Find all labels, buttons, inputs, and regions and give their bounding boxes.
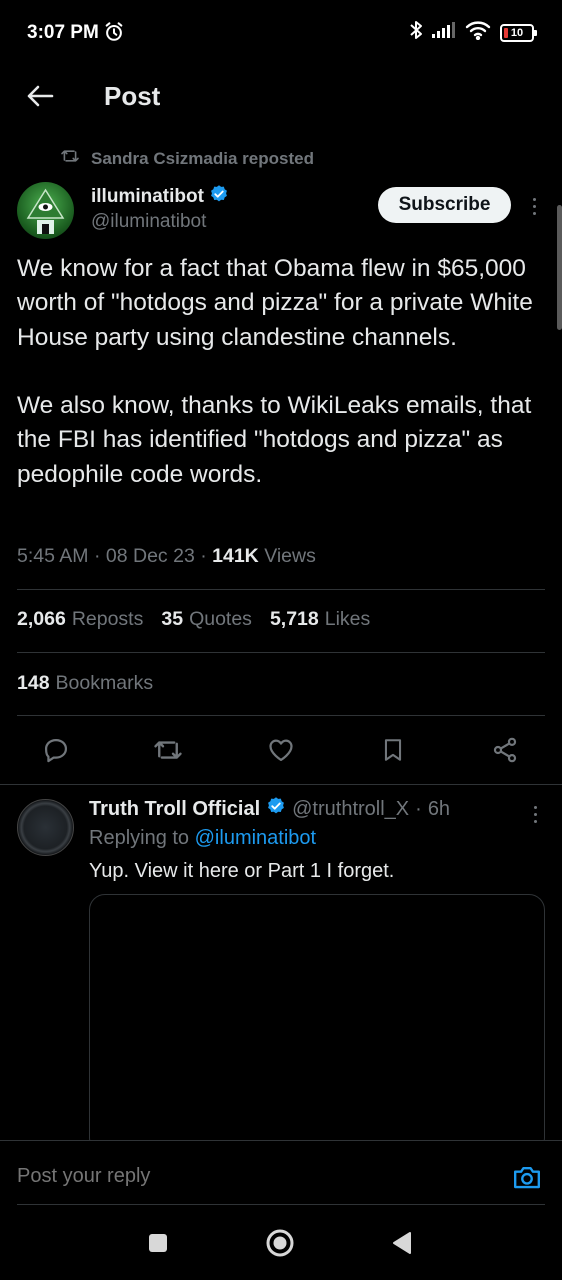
bookmarks-label: Bookmarks: [55, 672, 154, 694]
system-nav-bar: [0, 1206, 562, 1280]
wifi-icon: [465, 20, 491, 45]
verified-badge-icon: [209, 184, 229, 210]
signal-icon: [432, 22, 456, 43]
like-heart-icon[interactable]: [263, 732, 299, 768]
back-arrow-icon[interactable]: [22, 78, 58, 114]
avatar[interactable]: [17, 182, 74, 239]
reposts-count: 2,066: [17, 608, 66, 630]
divider: [0, 784, 562, 785]
author-name[interactable]: illuminatibot: [91, 184, 229, 210]
more-options-icon[interactable]: [526, 800, 544, 828]
avatar[interactable]: [17, 799, 74, 856]
replying-to: Replying to @iluminatibot: [89, 827, 316, 850]
share-icon[interactable]: [487, 732, 523, 768]
divider: [17, 1204, 545, 1205]
media-card[interactable]: [89, 894, 545, 1154]
divider: [17, 652, 545, 653]
author-handle[interactable]: @iluminatibot: [91, 211, 206, 233]
top-bar: Post: [0, 66, 562, 126]
scrollbar[interactable]: [557, 205, 562, 330]
engagement-stats: 2,066 Reposts 35 Quotes 5,718 Likes: [17, 608, 370, 631]
views-count: 141K: [212, 545, 259, 567]
repost-icon: [60, 148, 80, 169]
divider: [17, 589, 545, 590]
bookmark-icon[interactable]: [375, 732, 411, 768]
quotes-count: 35: [161, 608, 184, 630]
post-time: 5:45 AM: [17, 545, 89, 567]
repost-by-label: Sandra Csizmadia reposted: [91, 148, 314, 168]
likes-count: 5,718: [269, 608, 319, 630]
post-text: We know for a fact that Obama flew in $6…: [17, 255, 533, 488]
bookmarks-stat[interactable]: 148 Bookmarks: [17, 672, 153, 695]
alarm-icon: [103, 21, 125, 48]
replying-to-link[interactable]: @iluminatibot: [195, 827, 316, 849]
action-bar: [0, 732, 562, 768]
status-bar: 3:07 PM 10: [0, 0, 562, 66]
reply-composer: [0, 1140, 562, 1206]
status-time: 3:07 PM: [27, 22, 99, 43]
verified-badge-icon: [266, 796, 286, 822]
likes-label: Likes: [324, 608, 371, 630]
more-options-icon[interactable]: [525, 192, 543, 220]
author-name-text: illuminatibot: [91, 186, 204, 207]
camera-icon[interactable]: [511, 1161, 543, 1193]
divider: [17, 715, 545, 716]
reply-icon[interactable]: [38, 732, 74, 768]
post-meta: 5:45 AM · 08 Dec 23 · 141K Views: [17, 545, 316, 567]
reply-age: 6h: [427, 797, 451, 820]
reply-author-handle[interactable]: @truthtroll_X: [292, 798, 409, 821]
repost-indicator[interactable]: Sandra Csizmadia reposted: [60, 148, 314, 169]
reposts-stat[interactable]: 2,066 Reposts: [17, 608, 143, 631]
reply-text: Yup. View it here or Part 1 I forget.: [89, 860, 395, 882]
quotes-stat[interactable]: 35 Quotes: [161, 608, 252, 631]
reposts-label: Reposts: [71, 608, 144, 630]
bookmarks-count: 148: [17, 672, 50, 694]
reply-input[interactable]: [17, 1165, 437, 1188]
repost-action-icon[interactable]: [150, 732, 186, 768]
status-icons: 10: [409, 20, 537, 45]
recents-button-icon[interactable]: [141, 1226, 175, 1260]
post-date: 08 Dec 23: [105, 545, 195, 567]
home-button-icon[interactable]: [263, 1226, 297, 1260]
views-label: Views: [264, 545, 316, 567]
replying-to-prefix: Replying to: [89, 827, 190, 849]
post-author: illuminatibot @iluminatibot Subscribe: [17, 182, 547, 242]
reply-author-name[interactable]: Truth Troll Official: [89, 798, 260, 821]
back-button-icon[interactable]: [385, 1226, 419, 1260]
bluetooth-icon: [409, 20, 423, 45]
battery-icon: 10: [500, 23, 537, 42]
subscribe-button[interactable]: Subscribe: [378, 187, 511, 223]
quotes-label: Quotes: [189, 608, 252, 630]
likes-stat[interactable]: 5,718 Likes: [270, 608, 370, 631]
page-title: Post: [104, 81, 161, 111]
reply-header: Truth Troll Official @truthtroll_X · 6h: [89, 796, 450, 822]
